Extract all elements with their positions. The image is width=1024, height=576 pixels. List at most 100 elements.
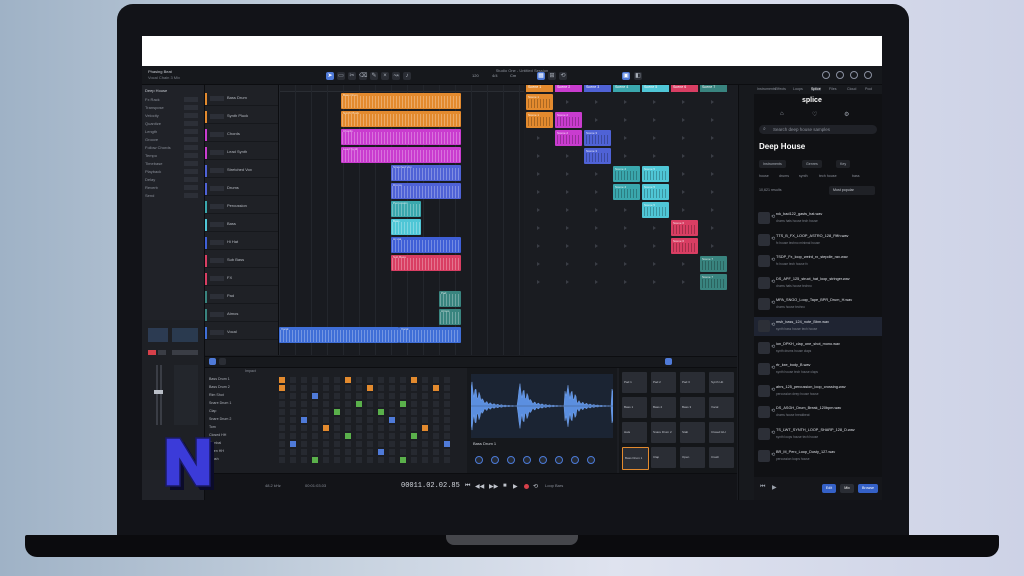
sample-row[interactable]: ⟲ ahrs_125_percussion_loop_crossing.wav pe… [754,382,882,401]
drum-pad[interactable]: Crash [709,447,734,468]
inspector-row[interactable]: Playback [145,169,201,175]
empty-slot-play-icon[interactable] [566,154,569,158]
step-cell[interactable] [334,457,340,463]
step-cell[interactable] [411,425,417,431]
inspector-row-value[interactable] [184,177,198,182]
genre-tag[interactable]: synth [799,174,808,178]
step-cell[interactable] [389,449,395,455]
step-cell[interactable] [334,393,340,399]
step-cell[interactable] [290,441,296,447]
empty-slot-play-icon[interactable] [711,244,714,248]
step-cell[interactable] [433,425,439,431]
step-cell[interactable] [389,385,395,391]
step-cell[interactable] [411,393,417,399]
track-buttons[interactable] [210,258,224,263]
step-cell[interactable] [378,393,384,399]
step-cell[interactable] [312,433,318,439]
step-cell[interactable] [389,433,395,439]
step-cell[interactable] [334,449,340,455]
step-cell[interactable] [301,377,307,383]
browser-tab[interactable]: Splice [811,87,821,91]
step-cell[interactable] [422,449,428,455]
reso-knob[interactable] [571,456,579,464]
empty-slot-play-icon[interactable] [624,136,627,140]
step-sequencer[interactable]: Impact Bass Drum 1 Bass Drum 2 Rim Shot Sna… [205,368,465,473]
grid-icon[interactable]: ⊞ [548,72,556,80]
track-header[interactable]: Drums [205,183,278,196]
decay-knob[interactable] [539,456,547,464]
tempo-value[interactable]: 120 [472,73,479,78]
settings-icon[interactable] [836,71,844,79]
drum-pad[interactable]: Bass 1 [622,397,647,418]
step-cell[interactable] [301,417,307,423]
empty-slot-play-icon[interactable] [537,280,540,284]
sample-row[interactable]: ⟲ TTS_B_FX_LOOP_ASTRO_128_Fifth.wav fx hou… [754,231,882,250]
clip-slot[interactable]: Scene 7 [700,256,727,272]
step-cell[interactable] [290,409,296,415]
drum-pad[interactable]: Hats [622,422,647,443]
step-cell[interactable] [367,441,373,447]
settings-gear-icon[interactable]: ⚙ [844,111,849,118]
track-buttons[interactable] [210,294,224,299]
step-cell[interactable] [422,457,428,463]
mix-button[interactable]: Mix [840,484,854,493]
filter-genres[interactable]: Genres [802,160,822,168]
track-buttons[interactable] [210,330,224,335]
browser-tab[interactable]: Loops [793,87,803,91]
filter-key[interactable]: Key [836,160,851,168]
track-buttons[interactable] [210,276,224,281]
step-cell[interactable] [378,457,384,463]
split-tool-icon[interactable]: ✂ [348,72,356,80]
step-cell[interactable] [290,401,296,407]
step-cell[interactable] [345,433,351,439]
monitor-button[interactable] [158,350,166,355]
step-cell[interactable] [312,449,318,455]
drum-pad[interactable]: Snare Drum 2 [651,422,676,443]
paint-tool-icon[interactable]: ✎ [370,72,378,80]
drum-pad[interactable]: Stab [680,422,705,443]
step-cell[interactable] [312,385,318,391]
step-cell[interactable] [389,441,395,447]
step-cell[interactable] [290,449,296,455]
empty-slot-play-icon[interactable] [711,172,714,176]
inspector-row-value[interactable] [184,137,198,142]
drum-pad[interactable]: Open [680,447,705,468]
arrange-clip[interactable]: Bass [391,219,421,235]
step-cell[interactable] [345,457,351,463]
home-icon[interactable]: ⌂ [780,111,784,117]
prev-icon[interactable]: ⏮ [760,484,765,491]
clip-slot[interactable]: Scene 7 [700,274,727,290]
empty-slot-play-icon[interactable] [537,262,540,266]
empty-slot-play-icon[interactable] [682,280,685,284]
empty-slot-play-icon[interactable] [653,118,656,122]
pattern-edit-icon[interactable] [209,358,216,365]
empty-slot-play-icon[interactable] [624,280,627,284]
clip-slot[interactable]: Scene 2 [555,130,582,146]
browser-tab[interactable]: Instruments [757,87,776,91]
step-cell[interactable] [367,425,373,431]
step-cell[interactable] [367,385,373,391]
step-cell[interactable] [290,425,296,431]
track-header[interactable]: Sub Bass [205,255,278,268]
empty-slot-play-icon[interactable] [595,262,598,266]
empty-slot-play-icon[interactable] [711,100,714,104]
step-cell[interactable] [301,385,307,391]
empty-slot-play-icon[interactable] [624,208,627,212]
clip-slot[interactable]: Scene 5 [642,184,669,200]
drum-pad[interactable]: Synth Hit [709,372,734,393]
empty-slot-play-icon[interactable] [682,190,685,194]
step-cell[interactable] [444,457,450,463]
empty-slot-play-icon[interactable] [566,226,569,230]
sample-row[interactable]: ⟲ msh_bass_124_note_Bbm.wav synth bass hou… [754,317,882,336]
user-icon[interactable] [822,71,830,79]
sample-row[interactable]: ⟲ TS_LWT_SYNTH_LOOP_SHARP_128_D.wav synth … [754,425,882,444]
step-cell[interactable] [433,433,439,439]
step-cell[interactable] [422,441,428,447]
empty-slot-play-icon[interactable] [653,280,656,284]
bend-tool-icon[interactable]: ↝ [392,72,400,80]
volume-fader[interactable] [154,390,163,394]
empty-slot-play-icon[interactable] [566,280,569,284]
step-cell[interactable] [356,401,362,407]
track-buttons[interactable] [210,150,224,155]
step-cell[interactable] [378,377,384,383]
